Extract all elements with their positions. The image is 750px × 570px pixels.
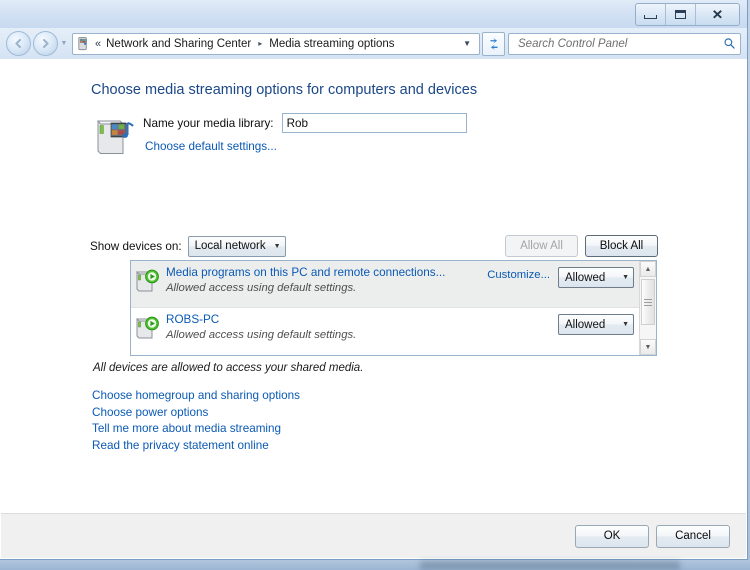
media-device-allowed-icon (135, 268, 161, 294)
scroll-down-button[interactable]: ▼ (640, 339, 656, 355)
device-info: Media programs on this PC and remote con… (166, 266, 487, 294)
scroll-up-button[interactable]: ▲ (640, 261, 656, 277)
window-titlebar: ✕ (0, 0, 747, 29)
media-device-allowed-icon (135, 315, 161, 341)
device-permission-value: Allowed (565, 271, 606, 284)
device-permission-select[interactable]: Allowed ▼ (558, 314, 634, 335)
media-library-fields: Name your media library: Choose default … (143, 113, 467, 155)
forward-button[interactable] (33, 31, 58, 56)
media-library-name-row: Name your media library: (143, 113, 467, 133)
show-devices-select[interactable]: Local network ▼ (187, 235, 286, 257)
chevron-down-icon: ▼ (273, 242, 281, 250)
cancel-button[interactable]: Cancel (656, 524, 730, 548)
maximize-icon (675, 10, 686, 19)
content-area: Choose media streaming options for compu… (1, 59, 746, 513)
show-devices-selected-value: Local network (194, 240, 266, 252)
device-name[interactable]: ROBS-PC (166, 313, 550, 326)
chevron-down-icon: ▼ (622, 321, 629, 328)
device-list-item[interactable]: ROBS-PC Allowed access using default set… (131, 307, 639, 353)
media-streaming-icon (76, 36, 91, 51)
close-icon: ✕ (711, 7, 724, 22)
link-choose-homegroup-and-sharing-options[interactable]: Choose homegroup and sharing options (92, 388, 300, 405)
media-library-icon (93, 115, 139, 157)
media-library-label: Name your media library: (143, 116, 274, 130)
allow-all-button[interactable]: Allow All (505, 235, 578, 257)
media-streaming-options-window: ✕ ▼ « Network and Sharing Center ▸ Media… (0, 0, 748, 560)
breadcrumb-network-and-sharing-center[interactable]: Network and Sharing Center (106, 38, 251, 50)
link-tell-me-more-about-media-streaming[interactable]: Tell me more about media streaming (92, 421, 300, 438)
close-button[interactable]: ✕ (696, 4, 739, 25)
device-status-text: Allowed access using default settings. (166, 329, 357, 341)
breadcrumb-media-streaming-options[interactable]: Media streaming options (269, 38, 394, 50)
scrollbar-thumb[interactable] (641, 279, 655, 325)
address-bar[interactable]: « Network and Sharing Center ▸ Media str… (72, 32, 480, 55)
all-devices-allowed-note: All devices are allowed to access your s… (93, 362, 364, 374)
maximize-button[interactable] (666, 4, 696, 25)
scrollbar-grip-line (644, 298, 652, 300)
window-controls: ✕ (635, 3, 740, 26)
device-list-scrollbar[interactable]: ▲ ▼ (639, 261, 656, 355)
page-title: Choose media streaming options for compu… (91, 82, 478, 98)
scrollbar-grip-line (644, 301, 652, 303)
search-input[interactable] (516, 36, 723, 51)
link-choose-power-options[interactable]: Choose power options (92, 405, 300, 422)
chevron-down-icon[interactable]: ▼ (459, 39, 477, 48)
desktop-bottom-blur (420, 561, 680, 570)
minimize-button[interactable] (636, 4, 666, 25)
device-name[interactable]: Media programs on this PC and remote con… (166, 266, 487, 279)
back-button[interactable] (6, 31, 31, 56)
media-library-name-input[interactable] (281, 113, 467, 133)
media-library-section: Name your media library: Choose default … (93, 113, 467, 157)
device-list-item[interactable]: Media programs on this PC and remote con… (131, 261, 639, 307)
scrollbar-grip-line (644, 304, 652, 306)
screen: Media Center Tips Favorites Network Shar… (0, 0, 750, 570)
navigation-bar: ▼ « Network and Sharing Center ▸ Media s… (0, 28, 747, 59)
device-permission-value: Allowed (565, 318, 606, 331)
choose-default-settings-link[interactable]: Choose default settings... (145, 140, 277, 153)
device-list-items: Media programs on this PC and remote con… (131, 261, 639, 355)
device-permission-select[interactable]: Allowed ▼ (558, 267, 634, 288)
back-arrow-icon (15, 38, 22, 49)
minimize-icon (644, 15, 657, 19)
forward-arrow-icon (42, 38, 49, 49)
device-list: Media programs on this PC and remote con… (130, 260, 657, 356)
search-icon (724, 38, 735, 49)
related-links: Choose homegroup and sharing options Cho… (92, 388, 300, 454)
block-all-button[interactable]: Block All (585, 235, 658, 257)
device-info: ROBS-PC Allowed access using default set… (166, 313, 550, 341)
search-box[interactable] (508, 32, 741, 55)
scrollbar-track[interactable] (640, 277, 656, 339)
ok-button[interactable]: OK (575, 524, 649, 548)
dialog-footer: OK Cancel (1, 513, 746, 558)
customize-link[interactable]: Customize... (487, 269, 550, 281)
show-devices-row: Show devices on: Local network ▼ Allow A… (90, 235, 658, 257)
breadcrumb-separator-icon: ▸ (258, 39, 263, 48)
show-devices-label: Show devices on: (90, 239, 182, 253)
link-read-the-privacy-statement-online[interactable]: Read the privacy statement online (92, 438, 300, 455)
chevron-down-icon: ▼ (622, 274, 629, 281)
device-status-text: Allowed access using default settings. (166, 282, 357, 294)
recent-pages-button[interactable]: ▼ (58, 32, 70, 55)
refresh-icon (490, 37, 497, 50)
breadcrumb-overflow[interactable]: « (95, 38, 101, 50)
refresh-button[interactable] (482, 31, 505, 56)
